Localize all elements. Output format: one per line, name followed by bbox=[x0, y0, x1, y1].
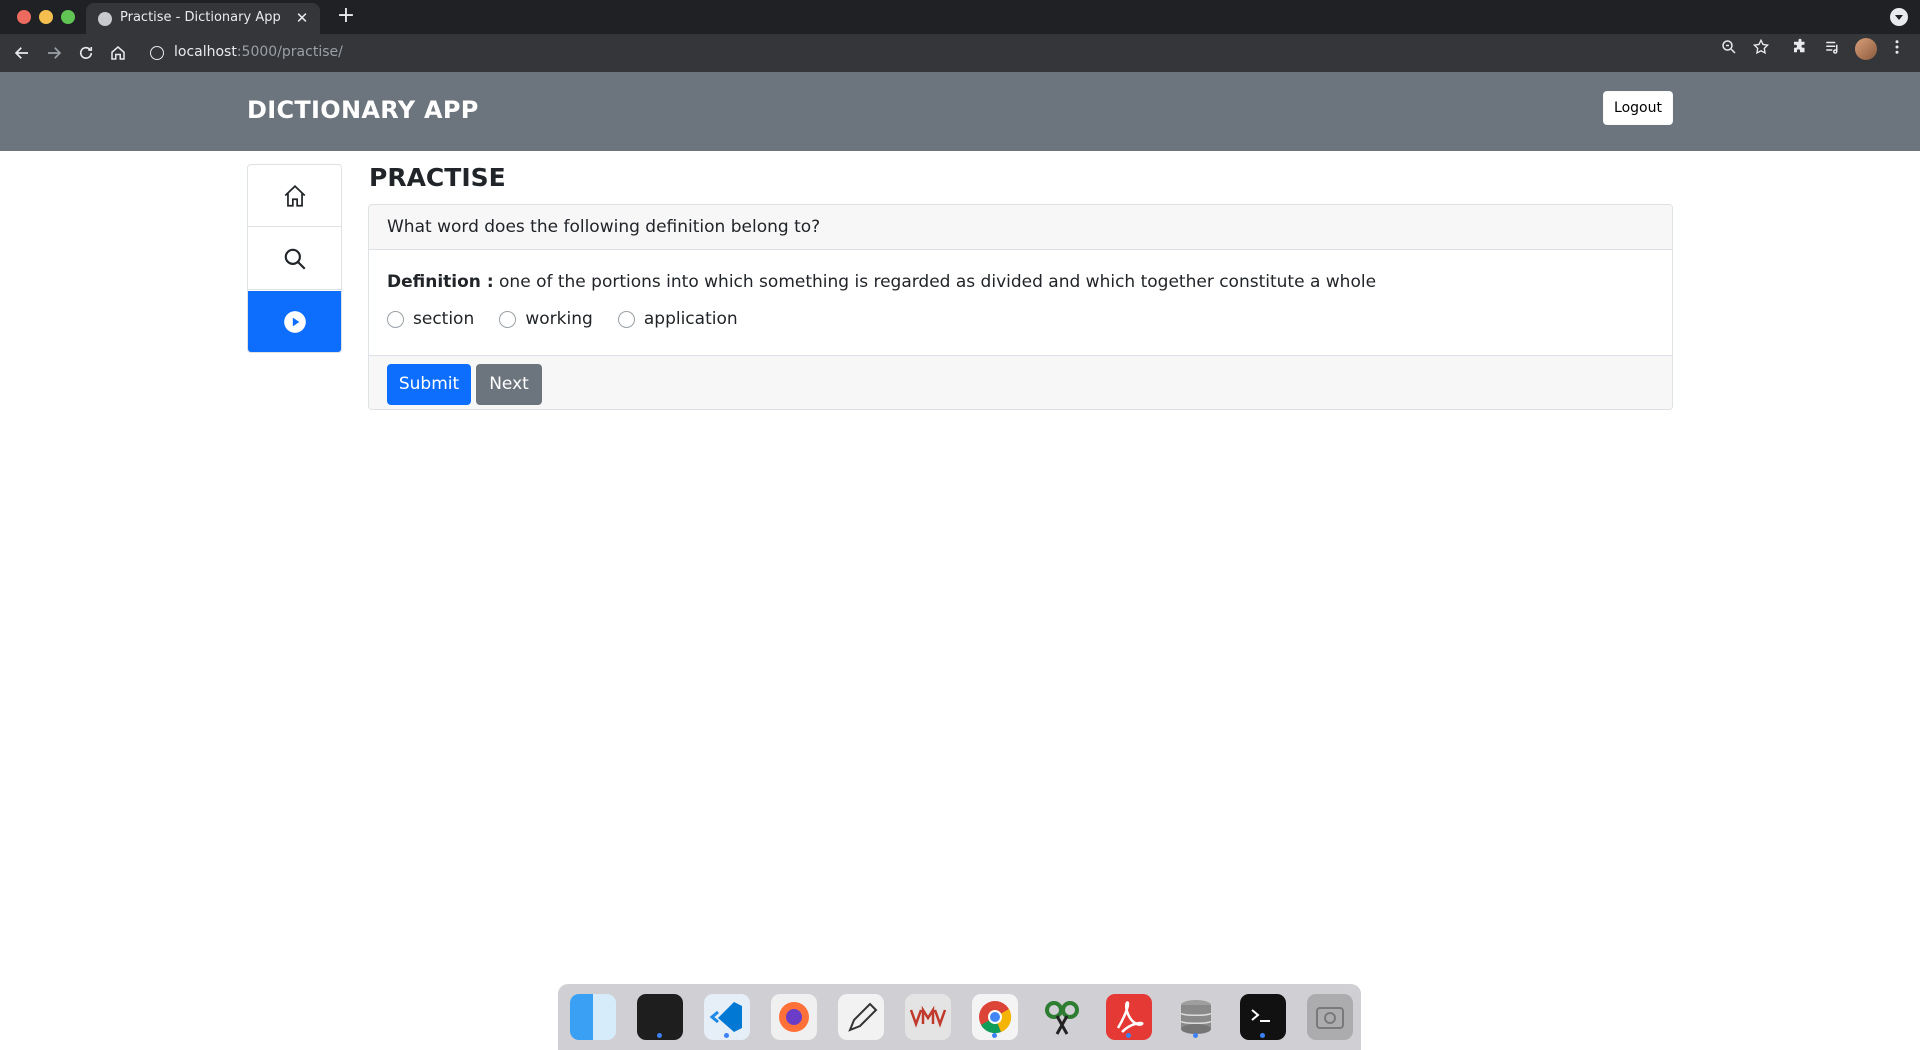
card-body: Definition : one of the portions into wh… bbox=[369, 250, 1672, 355]
sidebar bbox=[247, 164, 342, 353]
console-icon[interactable] bbox=[1240, 994, 1286, 1040]
card-header: What word does the following definition … bbox=[369, 205, 1672, 250]
zoom-icon[interactable] bbox=[1718, 38, 1740, 60]
sidebar-item-search[interactable] bbox=[248, 228, 341, 290]
bookmark-star-icon[interactable] bbox=[1750, 38, 1772, 60]
answer-options: section working application bbox=[387, 307, 758, 331]
option-label[interactable]: working bbox=[525, 309, 592, 329]
sidebar-item-home[interactable] bbox=[248, 165, 341, 227]
browser-menu-icon[interactable] bbox=[1886, 38, 1908, 60]
database-icon[interactable] bbox=[1173, 994, 1219, 1040]
extensions-puzzle-icon[interactable] bbox=[1789, 38, 1811, 60]
finder-icon[interactable] bbox=[570, 994, 616, 1040]
media-control-icon[interactable] bbox=[1822, 38, 1844, 60]
terminal-icon[interactable] bbox=[637, 994, 683, 1040]
search-icon bbox=[284, 248, 306, 270]
new-tab-button[interactable]: + bbox=[334, 5, 358, 29]
dock bbox=[558, 984, 1361, 1050]
definition-label: Definition : bbox=[387, 272, 494, 292]
option-label[interactable]: section bbox=[413, 309, 474, 329]
acrobat-icon[interactable] bbox=[1106, 994, 1152, 1040]
minimize-window-button[interactable] bbox=[39, 10, 53, 24]
tab-close-icon[interactable]: ✕ bbox=[292, 8, 312, 28]
browser-toolbar: localhost:5000/practise/ bbox=[0, 34, 1920, 72]
option-section[interactable]: section bbox=[387, 307, 474, 331]
radio-button[interactable] bbox=[499, 310, 517, 328]
option-label[interactable]: application bbox=[644, 309, 738, 329]
definition-text: one of the portions into which something… bbox=[499, 272, 1377, 292]
back-arrow-icon[interactable] bbox=[10, 41, 34, 65]
radio-button[interactable] bbox=[387, 310, 404, 328]
browser-tab[interactable]: Practise - Dictionary App ✕ bbox=[86, 3, 320, 34]
radio-button[interactable] bbox=[617, 310, 635, 328]
profile-avatar[interactable] bbox=[1855, 38, 1877, 60]
home-icon bbox=[284, 184, 305, 207]
text-editor-icon[interactable] bbox=[838, 994, 884, 1040]
app-navbar: DICTIONARY APP Logout bbox=[0, 72, 1920, 151]
brand-title[interactable]: DICTIONARY APP bbox=[247, 96, 479, 124]
globe-icon bbox=[98, 12, 112, 26]
option-working[interactable]: working bbox=[499, 307, 593, 331]
forward-arrow-icon[interactable] bbox=[42, 41, 66, 65]
logout-button[interactable]: Logout bbox=[1603, 91, 1673, 125]
gnome-tweaks-icon[interactable] bbox=[1039, 994, 1085, 1040]
play-circle-icon bbox=[283, 311, 306, 333]
vscode-icon[interactable] bbox=[704, 994, 750, 1040]
card-footer: Submit Next bbox=[369, 355, 1672, 409]
definition: Definition : one of the portions into wh… bbox=[387, 272, 1376, 292]
page-title: PRACTISE bbox=[369, 163, 506, 192]
tab-search-icon[interactable] bbox=[1890, 8, 1908, 26]
home-browser-icon[interactable] bbox=[106, 41, 130, 65]
practise-card: What word does the following definition … bbox=[368, 204, 1673, 410]
tab-title: Practise - Dictionary App bbox=[120, 10, 281, 25]
chrome-icon[interactable] bbox=[972, 994, 1018, 1040]
browser-tab-bar: Practise - Dictionary App ✕ + bbox=[0, 0, 1920, 34]
option-application[interactable]: application bbox=[617, 307, 738, 331]
site-info-icon[interactable] bbox=[150, 46, 164, 60]
firefox-icon[interactable] bbox=[771, 994, 817, 1040]
sidebar-item-practise[interactable] bbox=[248, 291, 341, 352]
vmware-icon[interactable] bbox=[905, 994, 951, 1040]
maximize-window-button[interactable] bbox=[61, 10, 75, 24]
next-button[interactable]: Next bbox=[476, 364, 542, 405]
url-text: localhost:5000/practise/ bbox=[174, 44, 343, 60]
close-window-button[interactable] bbox=[17, 10, 31, 24]
address-bar[interactable]: localhost:5000/practise/ bbox=[140, 38, 1710, 68]
screenshot-icon[interactable] bbox=[1307, 994, 1353, 1040]
submit-button[interactable]: Submit bbox=[387, 364, 471, 405]
question-text: What word does the following definition … bbox=[387, 217, 821, 237]
reload-icon[interactable] bbox=[74, 41, 98, 65]
